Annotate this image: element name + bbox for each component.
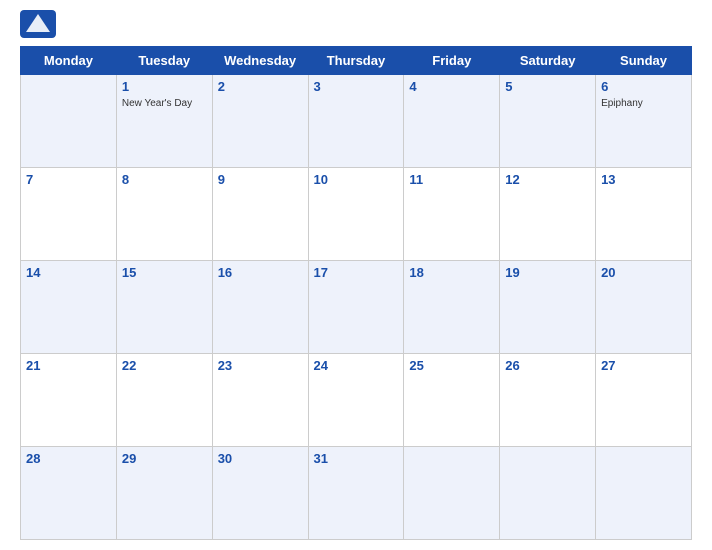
day-number: 21: [26, 358, 40, 373]
calendar-cell: 11: [404, 168, 500, 261]
calendar-header: [20, 10, 692, 38]
weekday-header-sunday: Sunday: [596, 47, 692, 75]
holiday-label: Epiphany: [601, 98, 686, 109]
day-number: 3: [314, 79, 321, 94]
calendar-cell: 29: [116, 447, 212, 540]
calendar-cell: 25: [404, 354, 500, 447]
calendar-cell: 1 New Year's Day: [116, 75, 212, 168]
weekday-header-wednesday: Wednesday: [212, 47, 308, 75]
day-number: 27: [601, 358, 615, 373]
day-number: 18: [409, 265, 423, 280]
day-number: 31: [314, 451, 328, 466]
calendar-cell: 5: [500, 75, 596, 168]
calendar-cell: 13: [596, 168, 692, 261]
day-number: 4: [409, 79, 416, 94]
calendar-cell: 21: [21, 354, 117, 447]
calendar-cell: [500, 447, 596, 540]
weekday-header-row: MondayTuesdayWednesdayThursdayFridaySatu…: [21, 47, 692, 75]
day-number: 29: [122, 451, 136, 466]
calendar-cell: [596, 447, 692, 540]
day-number: 26: [505, 358, 519, 373]
day-number: 14: [26, 265, 40, 280]
weekday-header-saturday: Saturday: [500, 47, 596, 75]
calendar-cell: 20: [596, 261, 692, 354]
day-number: 30: [218, 451, 232, 466]
calendar-cell: 19: [500, 261, 596, 354]
calendar-cell: 18: [404, 261, 500, 354]
calendar-cell: 6 Epiphany: [596, 75, 692, 168]
day-number: 11: [409, 172, 423, 187]
weekday-header-thursday: Thursday: [308, 47, 404, 75]
calendar-cell: 27: [596, 354, 692, 447]
day-number: 9: [218, 172, 225, 187]
day-number: 25: [409, 358, 423, 373]
calendar-cell: 17: [308, 261, 404, 354]
generalblue-logo-icon: [20, 10, 56, 38]
day-number: 2: [218, 79, 225, 94]
calendar-cell: 30: [212, 447, 308, 540]
calendar-cell: [21, 75, 117, 168]
week-row-1: 1 New Year's Day 2 3 4 5 6 Epiphany: [21, 75, 692, 168]
calendar-cell: 8: [116, 168, 212, 261]
day-number: 7: [26, 172, 33, 187]
logo: [20, 10, 60, 38]
calendar-cell: 28: [21, 447, 117, 540]
day-number: 10: [314, 172, 328, 187]
day-number: 23: [218, 358, 232, 373]
day-number: 17: [314, 265, 328, 280]
week-row-4: 21 22 23 24 25 26 27: [21, 354, 692, 447]
week-row-5: 28 29 30 31: [21, 447, 692, 540]
calendar-cell: 3: [308, 75, 404, 168]
day-number: 22: [122, 358, 136, 373]
weekday-header-friday: Friday: [404, 47, 500, 75]
calendar-cell: 26: [500, 354, 596, 447]
weekday-header-tuesday: Tuesday: [116, 47, 212, 75]
day-number: 5: [505, 79, 512, 94]
day-number: 8: [122, 172, 129, 187]
day-number: 28: [26, 451, 40, 466]
calendar-cell: 31: [308, 447, 404, 540]
day-number: 1: [122, 79, 129, 94]
day-number: 16: [218, 265, 232, 280]
day-number: 24: [314, 358, 328, 373]
day-number: 6: [601, 79, 608, 94]
calendar-cell: 9: [212, 168, 308, 261]
week-row-2: 7 8 9 10 11 12 13: [21, 168, 692, 261]
calendar-cell: 10: [308, 168, 404, 261]
day-number: 19: [505, 265, 519, 280]
calendar-cell: 16: [212, 261, 308, 354]
calendar-cell: 14: [21, 261, 117, 354]
day-number: 13: [601, 172, 615, 187]
calendar-cell: 24: [308, 354, 404, 447]
calendar-cell: 2: [212, 75, 308, 168]
calendar-cell: 22: [116, 354, 212, 447]
calendar-cell: [404, 447, 500, 540]
calendar-cell: 4: [404, 75, 500, 168]
calendar-cell: 7: [21, 168, 117, 261]
weekday-header-monday: Monday: [21, 47, 117, 75]
holiday-label: New Year's Day: [122, 98, 207, 109]
day-number: 15: [122, 265, 136, 280]
day-number: 12: [505, 172, 519, 187]
calendar-cell: 15: [116, 261, 212, 354]
calendar-table: MondayTuesdayWednesdayThursdayFridaySatu…: [20, 46, 692, 540]
week-row-3: 14 15 16 17 18 19 20: [21, 261, 692, 354]
calendar-cell: 23: [212, 354, 308, 447]
calendar-cell: 12: [500, 168, 596, 261]
day-number: 20: [601, 265, 615, 280]
